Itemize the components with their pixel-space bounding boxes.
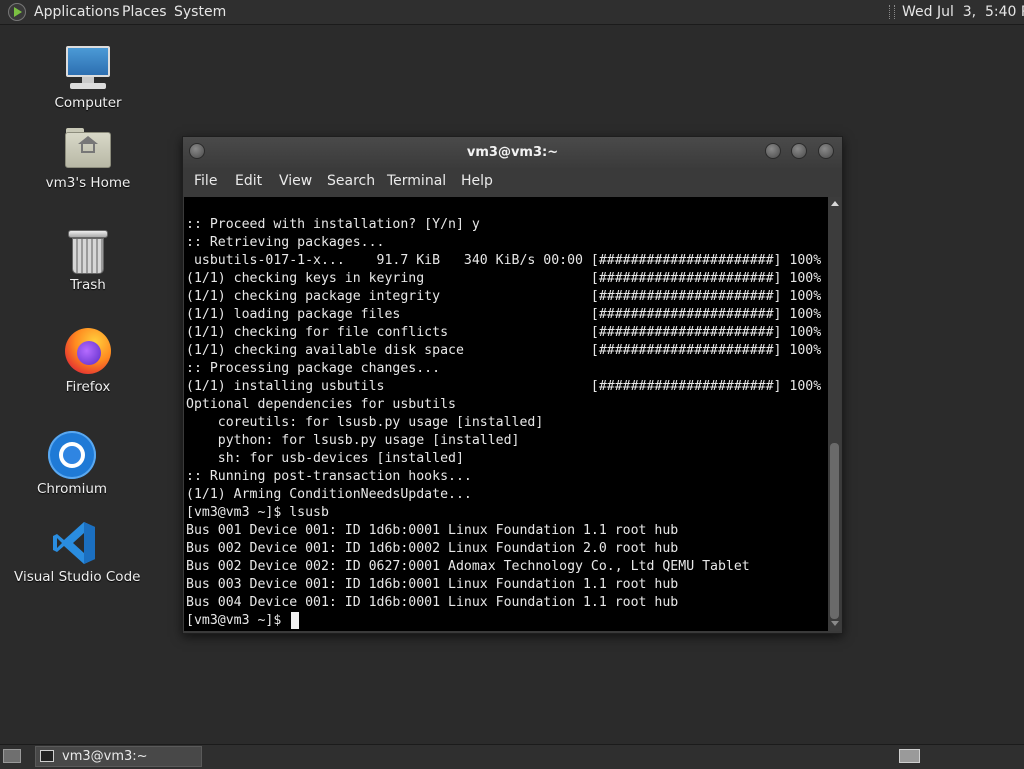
terminal-menubar: File Edit View Search Terminal Help (183, 168, 842, 195)
terminal-line: Bus 001 Device 001: ID 1d6b:0001 Linux F… (186, 523, 679, 538)
close-button[interactable] (818, 143, 834, 159)
terminal-line: (1/1) loading package files [###########… (186, 307, 822, 322)
terminal-line: Bus 004 Device 001: ID 1d6b:0001 Linux F… (186, 595, 679, 610)
menu-search[interactable]: Search (327, 168, 375, 195)
terminal-line: sh: for usb-devices [installed] (186, 451, 464, 466)
menu-view[interactable]: View (279, 168, 312, 195)
terminal-line: Bus 002 Device 001: ID 1d6b:0002 Linux F… (186, 541, 679, 556)
desktop-icon-trash[interactable]: Trash (48, 230, 128, 293)
terminal-scrollbar[interactable] (828, 197, 841, 631)
terminal-line: coreutils: for lsusb.py usage [installed… (186, 415, 544, 430)
vscode-icon (51, 520, 97, 566)
menu-edit[interactable]: Edit (235, 168, 262, 195)
terminal-line: (1/1) checking for file conflicts [#####… (186, 325, 822, 340)
desktop-icon-label: vm3's Home (45, 175, 131, 191)
terminal-line: :: Running post-transaction hooks... (186, 469, 472, 484)
desktop-icon-label: Firefox (65, 379, 111, 395)
terminal-text: :: Proceed with installation? [Y/n] y ::… (186, 216, 821, 630)
window-titlebar[interactable]: vm3@vm3:~ (183, 137, 842, 168)
desktop-icon-label: Trash (70, 277, 106, 293)
firefox-icon (65, 328, 111, 374)
terminal-line: (1/1) checking available disk space [###… (186, 343, 822, 358)
terminal-output[interactable]: :: Proceed with installation? [Y/n] y ::… (184, 197, 828, 631)
desktop-icon-firefox[interactable]: Firefox (48, 328, 128, 395)
terminal-line: Bus 003 Device 001: ID 1d6b:0001 Linux F… (186, 577, 679, 592)
terminal-line: Bus 002 Device 002: ID 0627:0001 Adomax … (186, 559, 750, 574)
menu-applications[interactable]: Applications (34, 0, 120, 24)
desktop-icon-chromium[interactable]: Chromium (32, 431, 112, 497)
terminal-cursor (291, 612, 299, 629)
workspace-switcher[interactable] (899, 749, 920, 763)
terminal-window: vm3@vm3:~ File Edit View Search Terminal… (182, 136, 843, 634)
terminal-line: (1/1) checking keys in keyring [########… (186, 271, 822, 286)
menu-file[interactable]: File (194, 168, 217, 195)
panel-separator (889, 5, 895, 19)
terminal-line: (1/1) checking package integrity [######… (186, 289, 822, 304)
desktop-icon-vscode[interactable]: Visual Studio Code (14, 520, 141, 585)
desktop-icon-label: Computer (54, 95, 122, 111)
desktop-icon-label: Chromium (36, 481, 108, 497)
computer-icon (64, 46, 112, 92)
show-desktop-icon[interactable] (3, 749, 21, 763)
terminal-line: :: Processing package changes... (186, 361, 441, 376)
menu-system[interactable]: System (174, 0, 226, 24)
terminal-line: Optional dependencies for usbutils (186, 397, 456, 412)
desktop-icon-home[interactable]: vm3's Home (38, 128, 138, 191)
terminal-line: :: Proceed with installation? [Y/n] y (186, 217, 480, 232)
terminal-prompt: [vm3@vm3 ~]$ (186, 613, 290, 628)
maximize-button[interactable] (791, 143, 807, 159)
scrollbar-thumb[interactable] (830, 443, 839, 619)
scroll-down-arrow-icon[interactable] (831, 621, 839, 626)
trash-icon (68, 230, 108, 274)
scroll-up-arrow-icon[interactable] (831, 201, 839, 206)
bottom-panel: vm3@vm3:~ (0, 744, 1024, 769)
terminal-line: (1/1) installing usbutils [#############… (186, 379, 822, 394)
desktop-icon-label: Visual Studio Code (14, 569, 141, 585)
menu-terminal[interactable]: Terminal (387, 168, 446, 195)
terminal-line: (1/1) Arming ConditionNeedsUpdate... (186, 487, 472, 502)
desktop-icon-computer[interactable]: Computer (48, 46, 128, 111)
window-title: vm3@vm3:~ (466, 145, 559, 160)
terminal-icon (40, 750, 54, 762)
chromium-icon (48, 431, 96, 479)
applications-logo-icon[interactable] (8, 3, 26, 21)
menu-places[interactable]: Places (122, 0, 167, 24)
menu-help[interactable]: Help (461, 168, 493, 195)
terminal-line: usbutils-017-1-x... 91.7 KiB 340 KiB/s 0… (186, 253, 822, 268)
terminal-line: python: for lsusb.py usage [installed] (186, 433, 520, 448)
taskbar-window-button[interactable]: vm3@vm3:~ (35, 746, 202, 767)
terminal-line: [vm3@vm3 ~]$ lsusb (186, 505, 329, 520)
minimize-button[interactable] (765, 143, 781, 159)
taskbar-window-label: vm3@vm3:~ (62, 749, 148, 764)
top-panel: Applications Places System Wed Jul 3, 5:… (0, 0, 1024, 25)
clock[interactable]: Wed Jul 3, 5:40 PM (902, 0, 1024, 24)
home-folder-icon (65, 128, 111, 168)
terminal-line: :: Retrieving packages... (186, 235, 385, 250)
